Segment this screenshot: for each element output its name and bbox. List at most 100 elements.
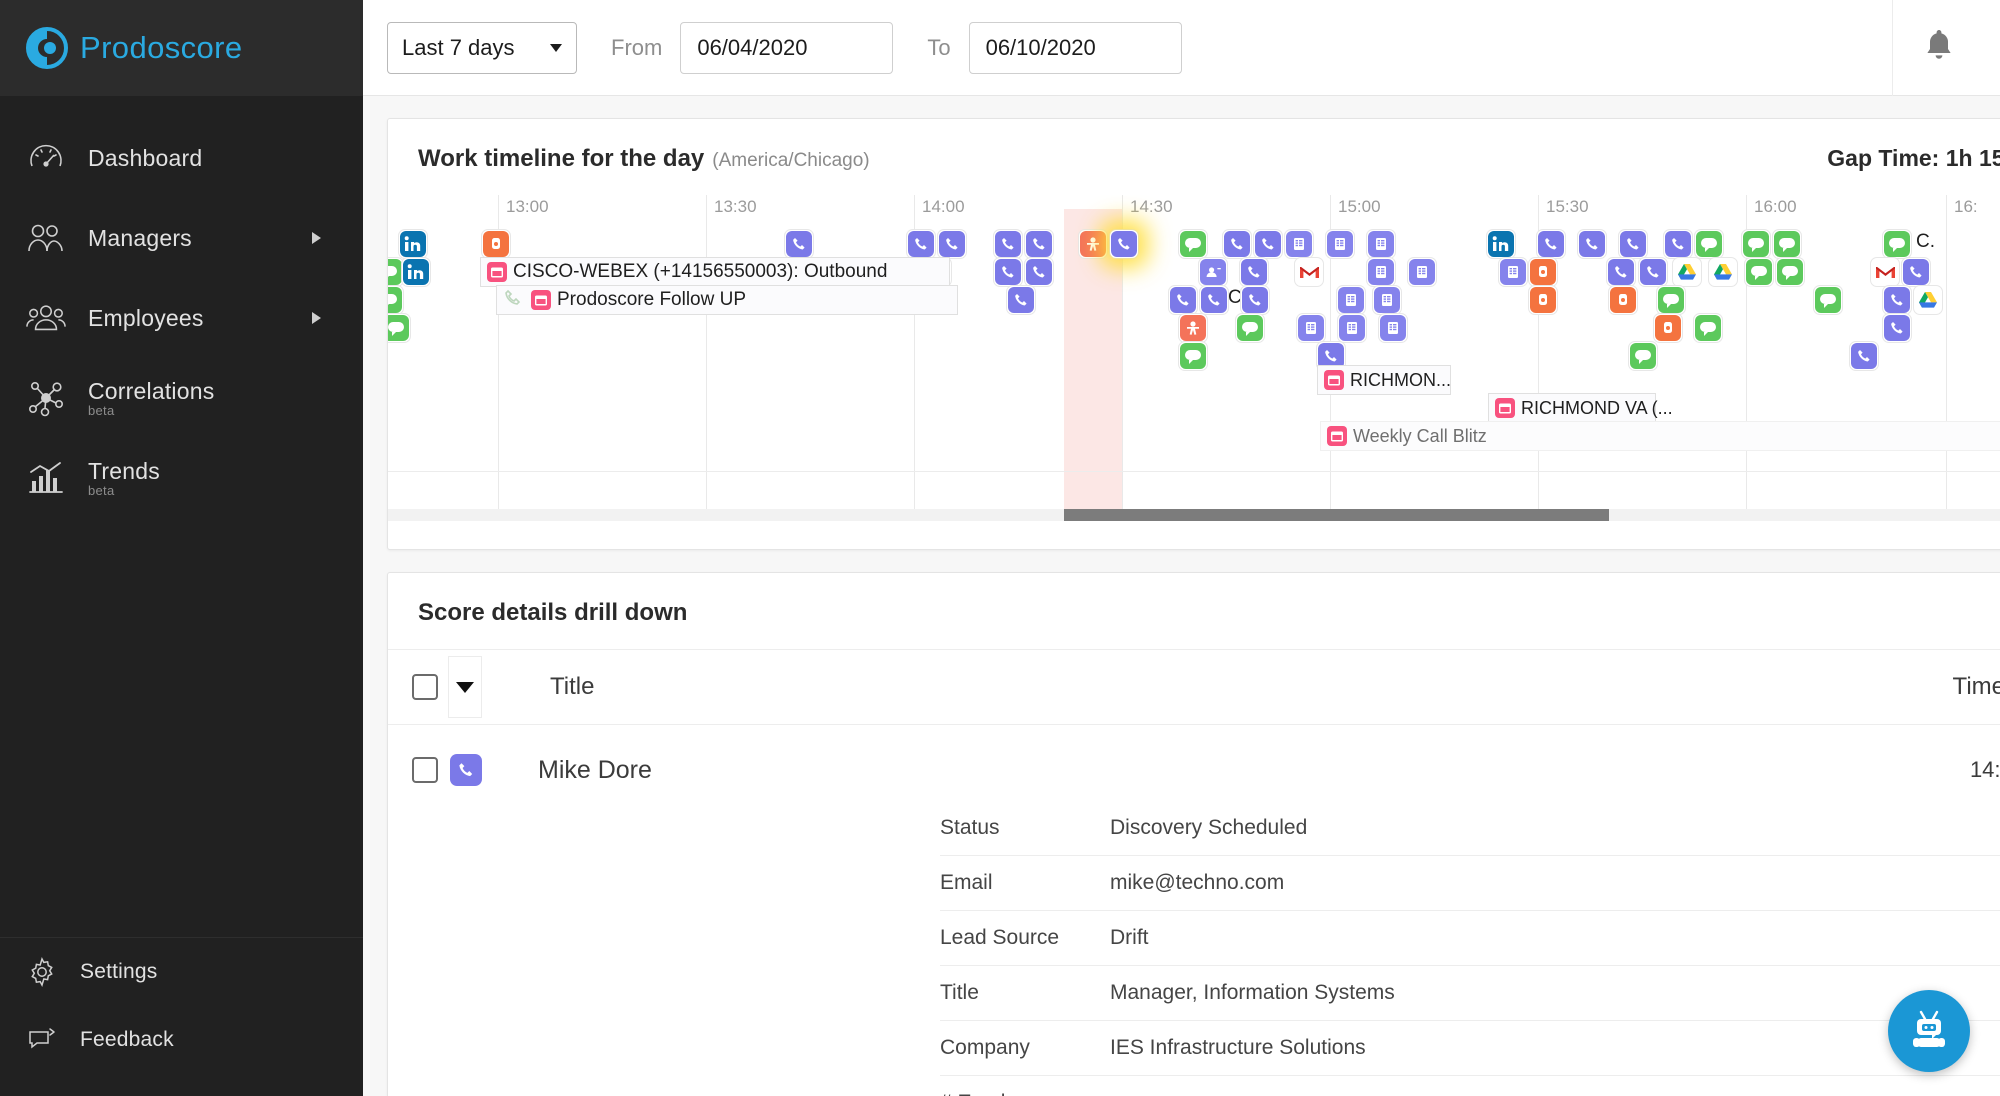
- timeline-event-call[interactable]: [1240, 285, 1270, 315]
- column-header-time[interactable]: Time: [1953, 673, 2000, 701]
- timeline-event-message[interactable]: [1235, 313, 1265, 343]
- timeline-event-message[interactable]: [1693, 313, 1723, 343]
- date-range-select[interactable]: Last 7 days: [387, 21, 577, 74]
- document-icon: [1380, 315, 1406, 341]
- timeline-event-message[interactable]: [1656, 285, 1686, 315]
- row-checkbox[interactable]: [412, 757, 438, 783]
- to-date-input[interactable]: [968, 21, 1182, 74]
- timeline-event-person[interactable]: [1178, 313, 1208, 343]
- timeline-event-doc[interactable]: [1366, 229, 1396, 259]
- gauge-icon: [26, 138, 66, 178]
- timeline-event-message[interactable]: [1772, 229, 1802, 259]
- timeline-event-message[interactable]: [388, 285, 404, 315]
- timeline-event-task[interactable]: [481, 229, 511, 259]
- timeline-event-linkedin[interactable]: [398, 229, 428, 259]
- select-all-checkbox[interactable]: [412, 674, 438, 700]
- timeline-event-message[interactable]: [388, 313, 411, 343]
- timeline-event-person[interactable]: [1078, 229, 1108, 259]
- timeline-lane-divider: [388, 471, 2000, 472]
- timeline-scrollbar-track[interactable]: [388, 509, 2000, 521]
- timeline-event-call[interactable]: [1901, 257, 1931, 287]
- timeline-event-label[interactable]: RICHMON...: [1317, 365, 1451, 395]
- timeline-event-message[interactable]: [1178, 229, 1208, 259]
- sidebar-item-settings[interactable]: Settings: [0, 938, 363, 1006]
- timeline-event-call[interactable]: [1024, 257, 1054, 287]
- timeline-event-call[interactable]: [784, 229, 814, 259]
- timeline-event-doc[interactable]: [1337, 313, 1367, 343]
- timeline-body[interactable]: 13:00 13:30 14:00 14:30 15:00 15:30 16:0…: [388, 195, 2000, 527]
- timeline-event-call[interactable]: [1168, 285, 1198, 315]
- document-icon: [1298, 315, 1324, 341]
- timeline-event-drive[interactable]: [1708, 257, 1738, 287]
- timeline-event-task[interactable]: [1608, 285, 1638, 315]
- sidebar-item-correlations[interactable]: Correlations beta: [0, 358, 363, 438]
- timeline-event-call[interactable]: [937, 229, 967, 259]
- timeline-event-doc[interactable]: [1372, 285, 1402, 315]
- timeline-event-call[interactable]: [1222, 229, 1252, 259]
- timeline-event-call[interactable]: [1638, 257, 1668, 287]
- timeline-event-doc[interactable]: [1284, 229, 1314, 259]
- timeline-event-call[interactable]: [993, 257, 1023, 287]
- timeline-event-call[interactable]: [1882, 285, 1912, 315]
- brand[interactable]: Prodoscore: [0, 0, 363, 96]
- timeline-event-call[interactable]: [906, 229, 936, 259]
- table-row[interactable]: Mike Dore 14:40: [388, 739, 2000, 801]
- timeline-event-doc[interactable]: [1336, 285, 1366, 315]
- timeline-event-linkedin[interactable]: [1486, 229, 1516, 259]
- sidebar-item-managers[interactable]: Managers: [0, 198, 363, 278]
- sidebar-item-employees[interactable]: Employees: [0, 278, 363, 358]
- timeline-event-message[interactable]: [1741, 229, 1771, 259]
- timeline-event-call[interactable]: [1199, 285, 1229, 315]
- timeline-event-contact[interactable]: [1198, 257, 1228, 287]
- timeline-event-message[interactable]: [1744, 257, 1774, 287]
- timeline-event-doc[interactable]: [1325, 229, 1355, 259]
- timeline-event-label[interactable]: Weekly Call Blitz: [1320, 421, 2000, 451]
- timeline-event-call[interactable]: [993, 229, 1023, 259]
- timeline-event-label[interactable]: Prodoscore Follow UP: [496, 285, 958, 315]
- timeline-event-label[interactable]: CISCO-WEBEX (+14156550003): Outbound: [480, 257, 950, 287]
- notifications-button[interactable]: [1892, 0, 1984, 96]
- sidebar-item-feedback[interactable]: Feedback: [0, 1006, 363, 1074]
- sidebar-item-trends[interactable]: Trends beta: [0, 438, 363, 518]
- timeline-event-doc[interactable]: [1296, 313, 1326, 343]
- timeline-scrollbar-thumb[interactable]: [1064, 509, 1609, 521]
- timeline-event-call[interactable]: [1882, 313, 1912, 343]
- timeline-event-call[interactable]: [1618, 229, 1648, 259]
- timeline-event-call[interactable]: [1577, 229, 1607, 259]
- timeline-event-linkedin[interactable]: [401, 257, 431, 287]
- sidebar-item-dashboard[interactable]: Dashboard: [0, 118, 363, 198]
- timeline-event-task[interactable]: [1528, 257, 1558, 287]
- timeline-event-message[interactable]: [1694, 229, 1724, 259]
- timeline-event-call[interactable]: [1239, 257, 1269, 287]
- timeline-event-call[interactable]: [1849, 341, 1879, 371]
- timeline-event-call[interactable]: [1606, 257, 1636, 287]
- timeline-event-message[interactable]: [1775, 257, 1805, 287]
- phone-icon: [786, 231, 812, 257]
- timeline-event-message[interactable]: [1813, 285, 1843, 315]
- timeline-event-doc[interactable]: [1366, 257, 1396, 287]
- timeline-event-doc[interactable]: [1498, 257, 1528, 287]
- timeline-tick: 14:30: [1130, 197, 1173, 216]
- timeline-event-message[interactable]: [1882, 229, 1912, 259]
- timeline-event-task[interactable]: [1528, 285, 1558, 315]
- timeline-event-doc[interactable]: [1407, 257, 1437, 287]
- timeline-event-call-selected[interactable]: [1109, 229, 1139, 259]
- timeline-event-message[interactable]: [1628, 341, 1658, 371]
- phone-icon: [1224, 231, 1250, 257]
- timeline-event-call[interactable]: [1024, 229, 1054, 259]
- timeline-event-call[interactable]: [1663, 229, 1693, 259]
- timeline-event-message[interactable]: [1178, 341, 1208, 371]
- timeline-event-task[interactable]: [1653, 313, 1683, 343]
- bulk-actions-dropdown[interactable]: [448, 656, 482, 718]
- from-date-input[interactable]: [680, 21, 894, 74]
- timeline-event-call[interactable]: [1253, 229, 1283, 259]
- timeline-event-doc[interactable]: [1378, 313, 1408, 343]
- timeline-event-gmail[interactable]: [1870, 257, 1900, 287]
- timeline-event-call[interactable]: [1006, 285, 1036, 315]
- timeline-event-call[interactable]: [1536, 229, 1566, 259]
- chat-widget-button[interactable]: [1888, 990, 1970, 1072]
- timeline-event-drive[interactable]: [1913, 285, 1943, 315]
- timeline-event-drive[interactable]: [1672, 257, 1702, 287]
- timeline-event-label[interactable]: RICHMOND VA (...: [1488, 393, 1673, 423]
- timeline-event-gmail[interactable]: [1294, 257, 1324, 287]
